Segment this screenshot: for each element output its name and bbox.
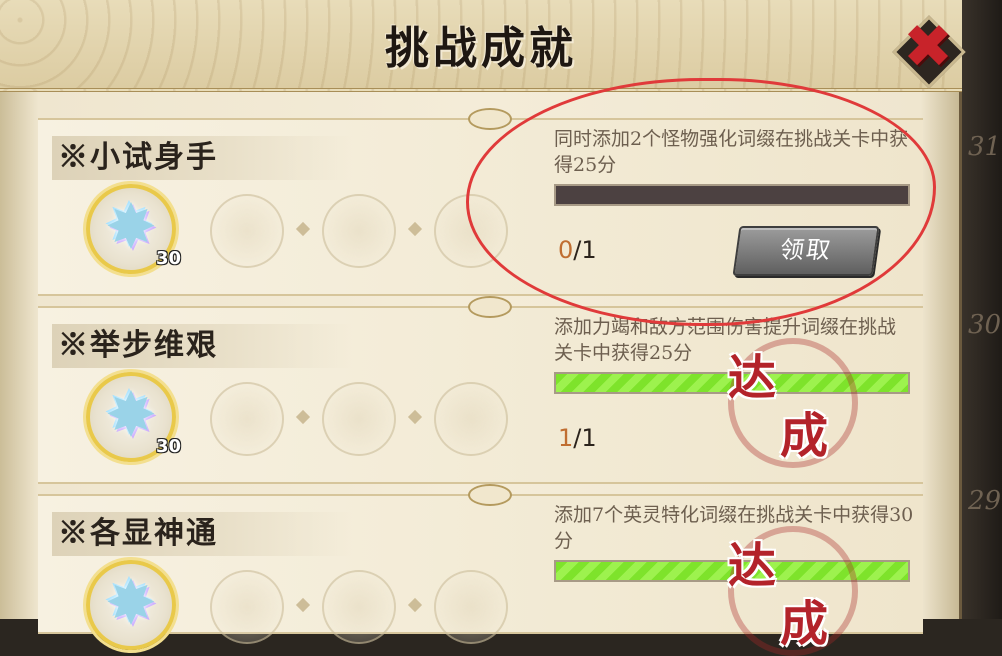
completed-stamp: 达 成 xyxy=(728,338,858,468)
empty-reward-slot xyxy=(434,382,508,456)
stamp-text: 成 xyxy=(780,596,829,652)
achievement-panel: 挑战成就 ※小试身手 ✸ 30 同时添加2个怪物强化词缀在挑战关卡中获得25分 … xyxy=(0,0,962,656)
stamp-text: 达 xyxy=(728,538,777,594)
stamp-text: 达 xyxy=(728,350,777,406)
background-number: 30 xyxy=(968,310,1002,340)
slot-separator-icon xyxy=(295,597,311,613)
progress-bar xyxy=(554,184,910,206)
empty-reward-slot xyxy=(434,194,508,268)
progress-text: 0/1 xyxy=(558,236,597,264)
achievement-row: ※各显神通 ✸ 添加7个英灵特化词缀在挑战关卡中获得30分 达 成 xyxy=(38,484,923,656)
empty-reward-slot xyxy=(210,194,284,268)
ornament-divider xyxy=(468,108,512,130)
empty-reward-slot xyxy=(210,382,284,456)
achievement-row: ※小试身手 ✸ 30 同时添加2个怪物强化词缀在挑战关卡中获得25分 0/1 领… xyxy=(38,108,923,296)
background-right-strip: 31 30 29 xyxy=(960,0,1002,619)
progress-total: /1 xyxy=(573,236,597,264)
ornament-divider xyxy=(468,484,512,506)
panel-header: 挑战成就 xyxy=(0,0,962,92)
reward-count: 30 xyxy=(156,436,182,457)
reward-item[interactable]: ✸ xyxy=(86,560,176,650)
achievement-name: ※举步维艰 xyxy=(52,324,352,368)
background-number: 31 xyxy=(968,132,1002,162)
reward-item[interactable]: ✸ 30 xyxy=(86,184,181,274)
empty-reward-slot xyxy=(210,570,284,644)
achievement-row: ※举步维艰 ✸ 30 添加力竭和敌方范围伤害提升词缀在挑战关卡中获得25分 1/… xyxy=(38,296,923,484)
slot-separator-icon xyxy=(295,409,311,425)
close-button[interactable]: ✖ xyxy=(892,12,966,89)
page-title: 挑战成就 xyxy=(385,23,577,74)
progress-total: /1 xyxy=(573,424,597,452)
empty-reward-slot xyxy=(434,570,508,644)
close-icon: ✖ xyxy=(902,12,954,82)
slot-separator-icon xyxy=(407,597,423,613)
completed-stamp: 达 成 xyxy=(728,526,858,656)
slot-separator-icon xyxy=(407,409,423,425)
achievement-description: 同时添加2个怪物强化词缀在挑战关卡中获得25分 xyxy=(554,128,909,176)
claim-button[interactable]: 领取 xyxy=(732,226,880,276)
achievement-name: ※各显神通 xyxy=(52,512,352,556)
slot-separator-icon xyxy=(407,221,423,237)
empty-reward-slot xyxy=(322,382,396,456)
empty-reward-slot xyxy=(322,194,396,268)
progress-current: 1 xyxy=(558,424,574,452)
slot-separator-icon xyxy=(295,221,311,237)
progress-current: 0 xyxy=(558,236,574,264)
empty-reward-slot xyxy=(322,570,396,644)
ornament-divider xyxy=(468,296,512,318)
stamp-text: 成 xyxy=(780,408,829,464)
reward-count: 30 xyxy=(156,248,182,269)
progress-text: 1/1 xyxy=(558,424,597,452)
crystal-star-icon: ✸ xyxy=(105,566,157,639)
achievement-name: ※小试身手 xyxy=(52,136,352,180)
reward-item[interactable]: ✸ 30 xyxy=(86,372,181,462)
background-number: 29 xyxy=(968,486,1002,516)
